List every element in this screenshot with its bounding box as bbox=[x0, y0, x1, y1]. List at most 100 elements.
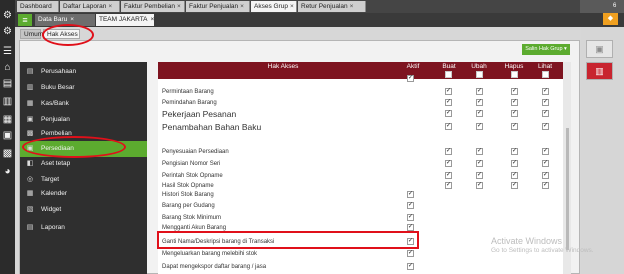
aktif-checkbox[interactable]: ✓ bbox=[407, 250, 414, 257]
activate-windows-watermark: Activate Windows Go to Settings to activ… bbox=[491, 236, 594, 256]
tab-dashboard[interactable]: Dashboard bbox=[17, 1, 59, 12]
aktif-checkbox[interactable]: ✓ bbox=[407, 75, 414, 82]
lihat-checkbox[interactable]: ✓ bbox=[542, 160, 549, 167]
close-icon[interactable]: × bbox=[177, 3, 181, 10]
buat-checkbox[interactable]: ✓ bbox=[445, 172, 452, 179]
hapus-checkbox[interactable]: ✓ bbox=[511, 123, 518, 130]
scrollbar-thumb[interactable] bbox=[566, 128, 569, 250]
lihat-checkbox[interactable]: ✓ bbox=[542, 182, 549, 189]
aktif-checkbox[interactable]: ✓ bbox=[407, 202, 414, 209]
tab-label: Akses Grup bbox=[254, 3, 288, 10]
book-icon[interactable]: ▤ bbox=[2, 78, 13, 89]
sales-icon: ▣ bbox=[26, 116, 34, 123]
buat-checkbox[interactable]: ✓ bbox=[445, 123, 452, 130]
lihat-checkbox[interactable]: ✓ bbox=[542, 148, 549, 155]
save-icon: ▣ bbox=[595, 44, 604, 54]
aktif-checkbox[interactable]: ✓ bbox=[407, 214, 414, 221]
book-icon: ▥ bbox=[26, 84, 34, 91]
category-label: Penjualan bbox=[41, 116, 70, 123]
buat-checkbox[interactable]: ✓ bbox=[445, 99, 452, 106]
doc-tab-label: Data Baru bbox=[38, 16, 68, 23]
hapus-checkbox[interactable]: ✓ bbox=[511, 99, 518, 106]
home-icon[interactable]: ⌂ bbox=[2, 62, 13, 73]
buat-checkbox[interactable]: ✓ bbox=[445, 182, 452, 189]
close-icon[interactable]: × bbox=[350, 3, 354, 10]
permission-label: Dapat mengekspor daftar barang / jasa bbox=[162, 264, 267, 270]
table-row: Penambahan Bahan Baku ✓ ✓ ✓ ✓ bbox=[158, 121, 563, 133]
inventory-icon[interactable]: ▩ bbox=[2, 148, 13, 159]
close-icon[interactable]: × bbox=[108, 3, 112, 10]
ubah-checkbox[interactable]: ✓ bbox=[476, 110, 483, 117]
copy-group-rights-button[interactable]: Salin Hak Grup ▾ bbox=[522, 44, 570, 55]
category-aset-tetap[interactable]: ◧ Aset tetap bbox=[20, 156, 147, 172]
aktif-checkbox[interactable]: ✓ bbox=[407, 191, 414, 198]
save-button[interactable]: ▣ bbox=[586, 40, 613, 58]
close-icon[interactable]: × bbox=[151, 16, 155, 23]
tab-retur-penjualan[interactable]: Retur Penjualan × bbox=[298, 1, 366, 12]
header-aktif: Aktif bbox=[406, 63, 420, 70]
asset-icon: ◧ bbox=[26, 160, 34, 167]
tab-umum[interactable]: Umum bbox=[20, 29, 43, 39]
permission-label: Pekerjaan Pesanan bbox=[162, 109, 237, 119]
report-icon: ▤ bbox=[26, 224, 34, 231]
category-kalender[interactable]: ▦ Kalender bbox=[20, 186, 147, 202]
permission-label: Mengeluarkan barang melebihi stok bbox=[162, 251, 258, 257]
hapus-checkbox[interactable]: ✓ bbox=[511, 172, 518, 179]
settings-gear-icon[interactable]: ⚙ bbox=[2, 10, 13, 21]
lihat-checkbox[interactable]: ✓ bbox=[542, 110, 549, 117]
warning-icon[interactable]: ◆ bbox=[603, 13, 618, 25]
purchase-icon[interactable]: ▣ bbox=[2, 130, 13, 141]
ubah-checkbox[interactable]: ✓ bbox=[476, 99, 483, 106]
hapus-checkbox[interactable]: ✓ bbox=[511, 110, 518, 117]
hapus-checkbox[interactable]: ✓ bbox=[511, 148, 518, 155]
pie-chart-icon[interactable]: ◕ bbox=[2, 166, 13, 177]
watermark-subtitle: Go to Settings to activate Windows. bbox=[491, 247, 594, 254]
user-badge[interactable]: 6 bbox=[613, 3, 616, 9]
lihat-checkbox[interactable]: ✓ bbox=[542, 99, 549, 106]
ubah-checkbox[interactable]: ✓ bbox=[476, 182, 483, 189]
list-icon[interactable]: ☰ bbox=[2, 46, 13, 57]
buat-checkbox[interactable]: ✓ bbox=[445, 110, 452, 117]
lihat-checkbox[interactable]: ✓ bbox=[542, 88, 549, 95]
header-hak-akses: Hak Akses bbox=[267, 63, 299, 70]
ubah-checkbox[interactable]: ✓ bbox=[476, 172, 483, 179]
category-widget[interactable]: ▧ Widget bbox=[20, 202, 147, 218]
aktif-checkbox[interactable]: ✓ bbox=[407, 224, 414, 231]
ubah-checkbox[interactable]: ✓ bbox=[476, 123, 483, 130]
doc-tab-team-jakarta[interactable]: TEAM JAKARTA × bbox=[96, 14, 154, 26]
permission-label: Barang per Gudang bbox=[162, 203, 215, 209]
ubah-checkbox[interactable]: ✓ bbox=[476, 160, 483, 167]
bank-icon[interactable]: ▥ bbox=[2, 96, 13, 107]
category-laporan[interactable]: ▤ Laporan bbox=[20, 220, 147, 236]
category-label: Kas/Bank bbox=[41, 100, 69, 107]
hapus-checkbox[interactable]: ✓ bbox=[511, 88, 518, 95]
lihat-checkbox[interactable]: ✓ bbox=[542, 123, 549, 130]
sales-icon[interactable]: ▦ bbox=[2, 114, 13, 125]
ubah-checkbox[interactable]: ✓ bbox=[476, 88, 483, 95]
buat-checkbox[interactable]: ✓ bbox=[445, 88, 452, 95]
tab-label: Faktur Pembelian bbox=[124, 3, 175, 10]
delete-button[interactable]: ▥ bbox=[586, 62, 613, 80]
table-row: ✓ bbox=[158, 73, 563, 85]
buat-checkbox[interactable]: ✓ bbox=[445, 160, 452, 167]
lihat-checkbox[interactable]: ✓ bbox=[542, 172, 549, 179]
category-kas-bank[interactable]: ▦ Kas/Bank bbox=[20, 96, 147, 112]
hapus-checkbox[interactable]: ✓ bbox=[511, 160, 518, 167]
tab-akses-grup[interactable]: Akses Grup × bbox=[251, 1, 297, 12]
settings-gear-icon-2[interactable]: ⚙ bbox=[2, 26, 13, 37]
table-row: Pekerjaan Pesanan ✓ ✓ ✓ ✓ bbox=[158, 108, 563, 120]
menu-icon[interactable]: ≡ bbox=[18, 14, 32, 26]
category-perusahaan[interactable]: ▤ Perusahaan bbox=[20, 64, 147, 80]
tab-faktur-pembelian[interactable]: Faktur Pembelian × bbox=[121, 1, 185, 12]
close-icon[interactable]: × bbox=[290, 3, 294, 10]
tab-daftar-laporan[interactable]: Daftar Laporan × bbox=[60, 1, 120, 12]
tab-label: Retur Penjualan bbox=[301, 3, 348, 10]
category-buku-besar[interactable]: ▥ Buku Besar bbox=[20, 80, 147, 96]
close-icon[interactable]: × bbox=[70, 16, 74, 23]
aktif-checkbox[interactable]: ✓ bbox=[407, 263, 414, 270]
buat-checkbox[interactable]: ✓ bbox=[445, 148, 452, 155]
tab-faktur-penjualan[interactable]: Faktur Penjualan × bbox=[186, 1, 250, 12]
ubah-checkbox[interactable]: ✓ bbox=[476, 148, 483, 155]
hapus-checkbox[interactable]: ✓ bbox=[511, 182, 518, 189]
close-icon[interactable]: × bbox=[240, 3, 244, 10]
